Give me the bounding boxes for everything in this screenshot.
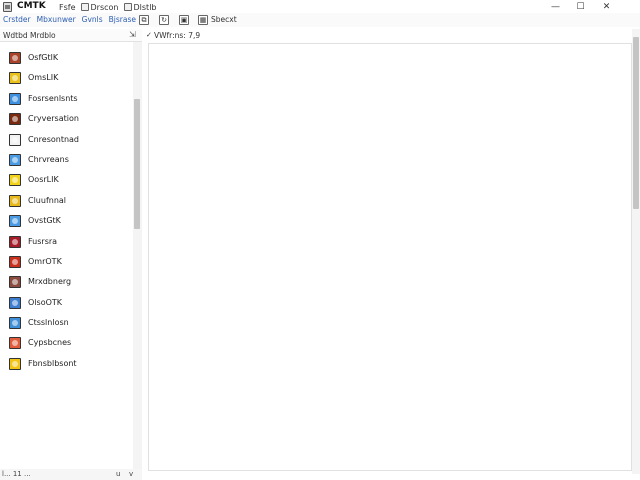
toolbar-links: Crstder Mbxunwer Gvnls Bjsrase xyxy=(3,15,136,24)
list-item[interactable]: OmsLIK xyxy=(0,68,133,88)
toolbar-link-tools[interactable]: Gvnls xyxy=(82,15,103,24)
menu-label: Dlstlb xyxy=(133,2,157,12)
settings-icon xyxy=(80,3,89,11)
calendar-icon xyxy=(9,317,21,330)
list-item-label: Cryversation xyxy=(28,114,79,124)
pin-icon[interactable]: ⇲ xyxy=(129,30,136,39)
left-scrollbar-thumb[interactable] xyxy=(134,99,140,229)
refresh-icon[interactable]: ↻ xyxy=(159,15,169,25)
list-item[interactable]: OvstGtK xyxy=(0,211,133,231)
toolbar-link-browse[interactable]: Mbxunwer xyxy=(37,15,76,24)
list-item[interactable]: Cnresontnad xyxy=(0,130,133,150)
list-item[interactable]: OmrOTK xyxy=(0,252,133,272)
left-pane-header: Wdtbd Mrdblo ⇲ xyxy=(0,29,142,42)
list-item-label: Cluufnnal xyxy=(28,195,67,205)
flag-icon xyxy=(9,255,21,268)
document-icon xyxy=(9,92,21,105)
clock-icon xyxy=(9,133,21,146)
editor-area[interactable] xyxy=(148,43,632,471)
left-scrollbar[interactable] xyxy=(133,42,142,469)
image-icon[interactable]: ▣ xyxy=(179,15,189,25)
toolbar: Crstder Mbxunwer Gvnls Bjsrase ⧉ ↻ ▣ ▦ S… xyxy=(0,13,640,27)
list-item-label: Chrvreans xyxy=(28,154,69,164)
list-item[interactable]: OsfGtlK xyxy=(0,48,133,68)
minimize-button[interactable]: — xyxy=(543,0,568,13)
right-scrollbar-thumb[interactable] xyxy=(633,37,639,209)
maximize-button[interactable]: ☐ xyxy=(568,0,593,13)
list-item-label: Cnresontnad xyxy=(28,134,80,144)
list-item[interactable]: Fbnsblbsont xyxy=(0,354,133,374)
right-pane-title: VWfr:ns: 7,9 xyxy=(154,31,201,40)
list-item[interactable]: Cryversation xyxy=(0,109,133,129)
menu-item-file[interactable]: Fsfe xyxy=(59,3,76,12)
list-item-label: Ctsslnlosn xyxy=(28,318,69,328)
list-item-label: OsfGtlK xyxy=(28,53,59,62)
list-item-label: Fosrsenlsnts xyxy=(28,93,78,103)
menu-label: Fsfe xyxy=(59,2,76,12)
menu-item-list[interactable]: Dlstlb xyxy=(123,2,157,12)
status-bar: l... 11 ... u v xyxy=(0,469,142,480)
close-button[interactable]: ✕ xyxy=(594,0,619,13)
toolbar-link-create[interactable]: Crstder xyxy=(3,15,31,24)
toolbar-link-base[interactable]: Bjsrase xyxy=(109,15,136,24)
chat-icon xyxy=(9,113,21,126)
item-list: OsfGtlK OmsLIK Fosrsenlsnts Cryversation Cnr… xyxy=(0,48,133,374)
list-item[interactable]: Chrvreans xyxy=(0,150,133,170)
list-item[interactable]: Cypsbcnes xyxy=(0,333,133,353)
menu-item-settings[interactable]: Drscon xyxy=(80,2,119,12)
menu-strip: Fsfe Drscon Dlstlb xyxy=(59,2,157,12)
list-item-label: OlsoOTK xyxy=(28,297,63,307)
list-item-label: Cypsbcnes xyxy=(28,338,72,348)
bolt-icon xyxy=(9,194,21,207)
list-item-label: Fusrsra xyxy=(28,236,58,246)
book-icon xyxy=(9,235,21,248)
app-icon xyxy=(3,2,12,12)
list-item[interactable]: OosrLIK xyxy=(0,170,133,190)
status-indicator-2[interactable]: v xyxy=(129,470,133,478)
list-item-label: OmsLIK xyxy=(28,73,59,83)
grid-view-icon[interactable]: ▦ xyxy=(198,15,208,25)
list-item[interactable]: Fusrsra xyxy=(0,232,133,252)
palette-icon xyxy=(9,357,21,370)
list-icon xyxy=(123,3,132,11)
menu-label: Drscon xyxy=(90,2,119,12)
list-item-label: Mrxdbnerg xyxy=(28,277,72,287)
shield-icon xyxy=(9,52,21,64)
left-pane: Wdtbd Mrdblo ⇲ OsfGtlK OmsLIK Fosrsenlsnts… xyxy=(0,29,142,469)
grid-icon xyxy=(9,296,21,309)
list-item-label: OvstGtK xyxy=(28,216,61,226)
list-item[interactable]: Fosrsenlsnts xyxy=(0,89,133,109)
right-pane: ✓ VWfr:ns: 7,9 xyxy=(144,29,640,474)
list-item[interactable]: Cluufnnal xyxy=(0,191,133,211)
copy-icon[interactable]: ⧉ xyxy=(139,15,149,25)
left-pane-title: Wdtbd Mrdblo xyxy=(3,31,56,40)
list-item[interactable]: Mrxdbnerg xyxy=(0,272,133,292)
status-indicator-1[interactable]: u xyxy=(116,470,120,478)
checkmark-icon: ✓ xyxy=(146,31,152,39)
list-item-label: OmrOTK xyxy=(28,256,62,266)
heart-icon xyxy=(9,337,21,350)
star-icon xyxy=(9,174,21,187)
warning-icon xyxy=(9,72,21,85)
right-pane-header: ✓ VWfr:ns: 7,9 xyxy=(144,29,632,42)
app-title: CMTK xyxy=(17,1,46,11)
user-icon xyxy=(9,276,21,289)
list-item[interactable]: Ctsslnlosn xyxy=(0,313,133,333)
status-text: l... 11 ... xyxy=(2,470,31,478)
box-icon xyxy=(9,215,21,228)
right-scrollbar[interactable] xyxy=(632,29,640,474)
list-item-label: Fbnsblbsont xyxy=(28,358,77,368)
folder-icon xyxy=(9,153,21,166)
list-item-label: OosrLIK xyxy=(28,175,59,185)
list-item[interactable]: OlsoOTK xyxy=(0,293,133,313)
title-bar: CMTK Fsfe Drscon Dlstlb — ☐ ✕ xyxy=(0,0,640,13)
toolbar-label[interactable]: Sbecxt xyxy=(211,15,237,24)
